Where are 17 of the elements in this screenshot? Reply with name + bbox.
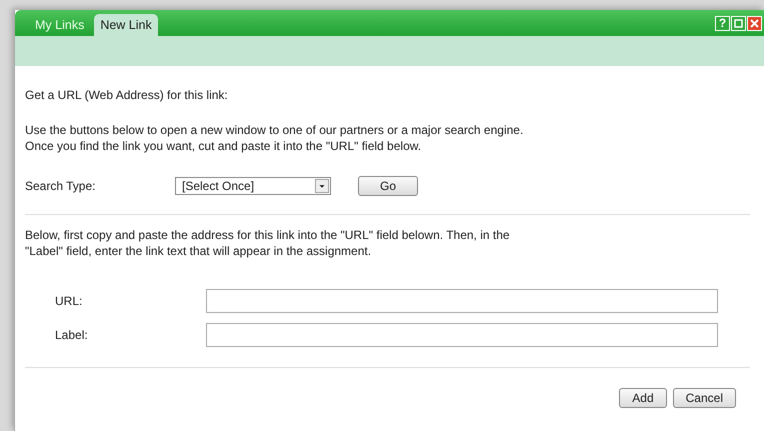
instruction-text: "Label" field, enter the link text that will appear in the assignment. (25, 243, 372, 259)
instruction-text: Below, first copy and paste the address for this link into the "URL" field belown. Then, in the (25, 227, 511, 243)
input-field[interactable] (206, 289, 718, 313)
field-label: URL: (54, 294, 84, 308)
tab[interactable]: New Link (94, 14, 158, 36)
field-label: Search Type: (25, 179, 96, 193)
dialog-button[interactable]: Add (619, 388, 667, 408)
close-icon[interactable] (747, 16, 762, 30)
search-type-dropdown[interactable]: [Select Once] (175, 177, 331, 195)
field-label: Label: (54, 328, 89, 342)
instruction-text: Use the buttons below to open a new window to one of our partners or a major search engine. (25, 122, 524, 138)
go-button[interactable]: Go (358, 176, 418, 196)
instruction-text: Once you find the link you want, cut and paste it into the "URL" field below. (25, 138, 422, 154)
input-field[interactable] (206, 323, 718, 347)
maximize-icon[interactable] (731, 16, 746, 30)
dialog-button[interactable]: Cancel (672, 388, 736, 408)
intro-text: Get a URL (Web Address) for this link: (25, 88, 229, 102)
